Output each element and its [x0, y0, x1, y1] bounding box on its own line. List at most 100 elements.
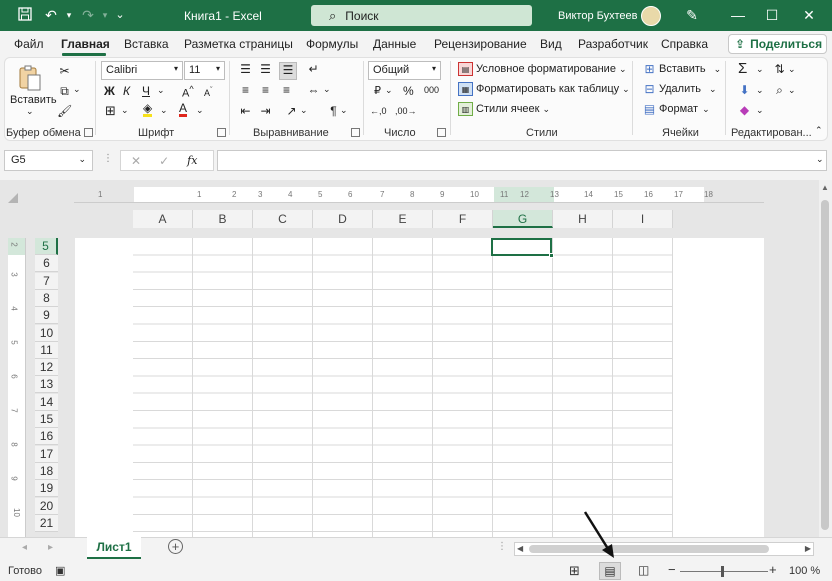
column-header-d[interactable]: D	[313, 210, 373, 228]
tab-insert[interactable]: Вставка	[124, 37, 169, 51]
tab-home[interactable]: Главная	[61, 37, 110, 51]
underline-button[interactable]: Ч	[142, 84, 150, 98]
wrap-text-icon[interactable]: ↵	[306, 62, 321, 76]
row-header[interactable]: 16	[35, 428, 58, 446]
active-cell[interactable]	[491, 238, 554, 258]
column-header-h[interactable]: H	[553, 210, 613, 228]
bold-button[interactable]: Ж	[104, 84, 115, 98]
tab-developer[interactable]: Разработчик	[578, 37, 648, 51]
sort-filter-dropdown-icon[interactable]: ⌄	[788, 64, 796, 75]
insert-cells-button[interactable]: ⊞ Вставить ⌄	[642, 62, 721, 76]
row-header[interactable]: 6	[35, 255, 58, 273]
zoom-in-icon[interactable]: +	[769, 562, 777, 577]
collapse-ribbon-icon[interactable]: ⌃	[815, 125, 823, 136]
column-header-c[interactable]: C	[253, 210, 313, 228]
close-icon[interactable]: ✕	[801, 7, 817, 23]
row-header[interactable]: 11	[35, 341, 58, 359]
find-select-dropdown-icon[interactable]: ⌄	[788, 85, 796, 96]
align-center-icon[interactable]: ≡	[258, 83, 273, 97]
autosum-icon[interactable]: Σ	[738, 60, 747, 77]
increase-font-icon[interactable]: A^	[182, 84, 194, 100]
currency-icon[interactable]: ₽	[370, 84, 385, 98]
row-header[interactable]: 14	[35, 393, 58, 411]
scroll-right-icon[interactable]: ▶	[805, 544, 811, 553]
sheet-tab-list1[interactable]: Лист1	[87, 537, 141, 559]
currency-dropdown-icon[interactable]: ⌄	[385, 85, 393, 96]
page-break-view-icon[interactable]: ◫	[638, 563, 649, 577]
column-header-b[interactable]: B	[193, 210, 253, 228]
fill-color-icon[interactable]: ◈	[143, 102, 153, 117]
zoom-slider[interactable]	[680, 571, 768, 572]
redo-dropdown-icon[interactable]: ▾	[97, 7, 113, 23]
normal-view-icon[interactable]: ⊞	[569, 563, 580, 579]
copy-icon[interactable]: ⧉	[57, 84, 72, 98]
find-select-icon[interactable]: ⌕	[772, 83, 787, 97]
avatar[interactable]	[641, 6, 661, 26]
add-sheet-icon[interactable]: +	[168, 539, 183, 554]
column-header-i[interactable]: I	[613, 210, 673, 228]
merge-cells-icon[interactable]: ⇔	[306, 83, 321, 97]
clipboard-launcher-icon[interactable]	[84, 128, 93, 137]
redo-icon[interactable]: ↷	[80, 7, 96, 23]
row-header[interactable]: 18	[35, 462, 58, 480]
cell-grid[interactable]	[133, 238, 673, 537]
column-header-e[interactable]: E	[373, 210, 433, 228]
clear-dropdown-icon[interactable]: ⌄	[756, 105, 764, 116]
scroll-up-icon[interactable]: ▲	[821, 183, 829, 192]
search-box[interactable]: ⌕ Поиск	[311, 5, 532, 26]
row-header[interactable]: 8	[35, 289, 58, 307]
row-header[interactable]: 20	[35, 497, 58, 515]
align-middle-icon[interactable]: ☰	[258, 62, 273, 76]
conditional-formatting-button[interactable]: ▤ Условное форматирование ⌄	[458, 62, 627, 76]
enter-icon[interactable]: ✓	[159, 154, 169, 168]
font-color-icon[interactable]: A	[179, 102, 188, 117]
tab-formulas[interactable]: Формулы	[306, 37, 358, 51]
italic-button[interactable]: К	[123, 84, 130, 98]
font-color-dropdown-icon[interactable]: ⌄	[196, 105, 204, 116]
increase-indent-icon[interactable]: ⇥	[258, 104, 273, 118]
zoom-level[interactable]: 100 %	[789, 565, 820, 577]
increase-decimal-icon[interactable]: ←,0	[370, 106, 387, 116]
column-header-a[interactable]: A	[133, 210, 193, 228]
align-bottom-icon[interactable]: ☰	[279, 62, 297, 80]
thousands-separator-icon[interactable]: 000	[424, 85, 439, 95]
row-header[interactable]: 5	[35, 238, 58, 255]
zoom-slider-thumb[interactable]	[721, 566, 724, 577]
borders-icon[interactable]: ⊞	[103, 104, 118, 118]
horizontal-scroll-thumb[interactable]	[529, 545, 769, 553]
number-format-dropdown[interactable]: Общий ▾	[368, 61, 441, 80]
undo-dropdown-icon[interactable]: ▾	[61, 7, 77, 23]
tab-file[interactable]: Файл	[14, 37, 44, 51]
text-direction-icon[interactable]: ¶	[326, 104, 341, 118]
accessibility-icon[interactable]: ▣	[55, 564, 65, 577]
scroll-left-icon[interactable]: ◀	[517, 544, 523, 553]
format-painter-icon[interactable]: 🖌	[57, 104, 72, 118]
row-header[interactable]: 12	[35, 359, 58, 377]
paste-icon[interactable]	[17, 64, 47, 91]
tab-review[interactable]: Рецензирование	[434, 37, 527, 51]
select-all-corner[interactable]	[8, 193, 18, 203]
align-left-icon[interactable]: ≡	[238, 83, 253, 97]
column-header-g[interactable]: G	[493, 210, 553, 228]
row-header[interactable]: 7	[35, 272, 58, 290]
format-as-table-button[interactable]: ▦ Форматировать как таблицу ⌄	[458, 82, 630, 96]
number-launcher-icon[interactable]	[437, 128, 446, 137]
minimize-icon[interactable]: —	[730, 7, 746, 23]
sort-filter-icon[interactable]: ⇅	[772, 62, 787, 76]
font-size-dropdown[interactable]: 11 ▾	[184, 61, 225, 80]
expand-formula-icon[interactable]: ⌄	[816, 154, 824, 165]
row-header[interactable]: 10	[35, 324, 58, 342]
decrease-font-icon[interactable]: Aˇ	[204, 85, 213, 98]
row-header[interactable]: 17	[35, 445, 58, 463]
share-button[interactable]: ⇪ Поделиться	[728, 34, 827, 54]
align-right-icon[interactable]: ≡	[279, 83, 294, 97]
fill-handle[interactable]	[549, 253, 554, 258]
font-name-dropdown[interactable]: Calibri ▾	[101, 61, 183, 80]
fill-icon[interactable]: ⬇	[737, 83, 752, 97]
paste-dropdown-icon[interactable]: ⌄	[26, 106, 34, 117]
row-header[interactable]: 13	[35, 376, 58, 394]
underline-dropdown-icon[interactable]: ⌄	[157, 85, 165, 96]
font-launcher-icon[interactable]	[217, 128, 226, 137]
tab-split-handle[interactable]: ⋮	[497, 541, 507, 552]
pen-icon[interactable]: ✎	[684, 7, 700, 23]
